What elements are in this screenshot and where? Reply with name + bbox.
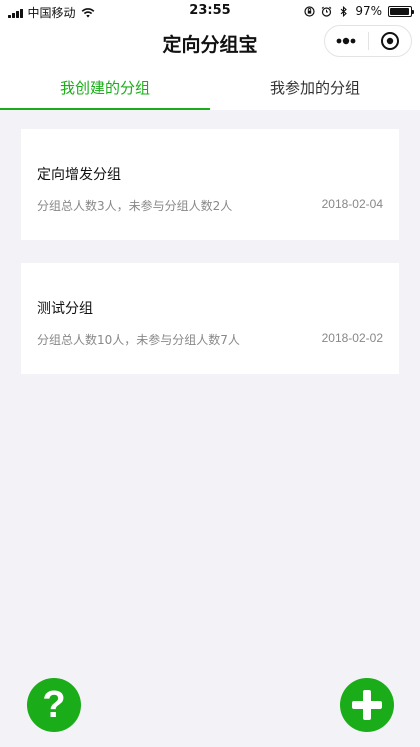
group-card[interactable]: 测试分组 分组总人数10人，未参与分组人数7人 2018-02-02 xyxy=(21,263,399,374)
question-mark-icon: ? xyxy=(42,684,66,726)
tab-created-groups[interactable]: 我创建的分组 xyxy=(0,64,210,110)
tab-bar: 我创建的分组 我参加的分组 xyxy=(0,64,420,110)
group-title: 定向增发分组 xyxy=(37,167,121,183)
group-date: 2018-02-04 xyxy=(321,197,383,211)
group-date: 2018-02-02 xyxy=(321,331,383,345)
battery-icon xyxy=(388,5,414,17)
status-bar: 中国移动 23:55 97% xyxy=(0,0,420,22)
help-button[interactable]: ? xyxy=(27,678,81,732)
battery-percent: 97% xyxy=(355,4,382,18)
target-circle-icon xyxy=(380,32,399,50)
group-title: 测试分组 xyxy=(37,301,93,317)
group-description: 分组总人数3人，未参与分组人数2人 xyxy=(37,199,233,213)
alarm-icon xyxy=(321,6,332,17)
more-button[interactable] xyxy=(325,26,368,56)
tab-joined-groups[interactable]: 我参加的分组 xyxy=(210,64,420,110)
group-card[interactable]: 定向增发分组 分组总人数3人，未参与分组人数2人 2018-02-04 xyxy=(21,129,399,240)
more-dots-icon xyxy=(336,37,356,45)
plus-icon xyxy=(352,690,382,720)
bluetooth-icon xyxy=(340,5,348,17)
add-group-button[interactable] xyxy=(340,678,394,732)
nav-bar: 定向分组宝 xyxy=(0,22,420,64)
close-miniprogram-button[interactable] xyxy=(369,26,412,56)
orientation-lock-icon xyxy=(304,5,315,17)
group-description: 分组总人数10人，未参与分组人数7人 xyxy=(37,333,240,347)
status-right: 97% xyxy=(304,4,414,18)
capsule-menu xyxy=(324,25,412,57)
